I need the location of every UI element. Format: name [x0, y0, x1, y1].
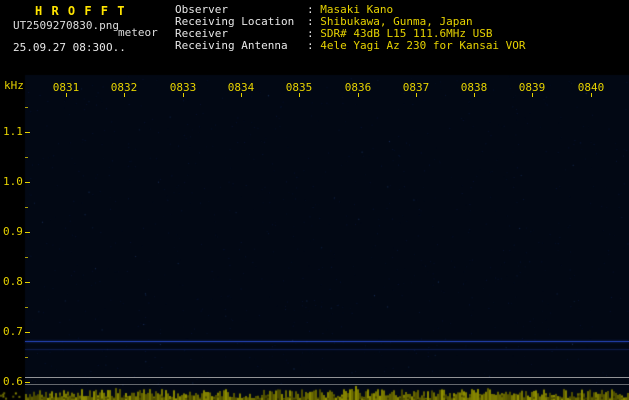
x-tick	[66, 93, 67, 97]
app-title: H R O F F T	[35, 4, 125, 18]
freq-label: 0.9	[3, 225, 25, 238]
x-tick	[358, 93, 359, 97]
reference-line	[25, 384, 629, 385]
y-tick	[25, 132, 30, 133]
x-tick	[241, 93, 242, 97]
y-tick-minor	[25, 307, 28, 308]
carrier-line	[25, 349, 629, 350]
freq-label: 1.1	[3, 125, 25, 138]
x-tick	[183, 93, 184, 97]
datetime-label: 25.09.27 08:30	[13, 41, 106, 54]
spectrogram-canvas	[0, 0, 629, 400]
freq-label: 0.6	[3, 375, 25, 388]
x-tick	[474, 93, 475, 97]
y-tick	[25, 232, 30, 233]
station-info: Observer: Masaki KanoReceiving Location:…	[175, 4, 526, 52]
freq-label: 0.7	[3, 325, 25, 338]
x-tick	[299, 93, 300, 97]
carrier-line	[25, 341, 629, 342]
y-tick	[25, 332, 30, 333]
x-tick	[532, 93, 533, 97]
status-indicator: O..	[106, 41, 126, 54]
mode-label: meteor	[118, 26, 158, 39]
y-tick-minor	[25, 357, 28, 358]
reference-line	[25, 377, 629, 378]
station-info-row: Receiving Antenna: 4ele Yagi Az 230 for …	[175, 40, 526, 52]
x-tick	[416, 93, 417, 97]
freq-label: 1.0	[3, 175, 25, 188]
y-tick-minor	[25, 257, 28, 258]
x-tick	[124, 93, 125, 97]
hrofft-window: H R O F F T UT2509270830.png meteor 25.0…	[0, 0, 629, 400]
y-tick-minor	[25, 157, 28, 158]
y-tick-minor	[25, 207, 28, 208]
y-tick	[25, 182, 30, 183]
y-tick	[25, 382, 30, 383]
y-axis-unit-label: kHz	[4, 79, 24, 92]
info-separator: :	[307, 39, 320, 52]
y-tick-minor	[25, 107, 28, 108]
x-tick	[591, 93, 592, 97]
info-label: Receiving Antenna	[175, 40, 307, 52]
info-value: 4ele Yagi Az 230 for Kansai VOR	[320, 39, 525, 52]
output-filename: UT2509270830.png	[13, 19, 119, 32]
freq-label: 0.8	[3, 275, 25, 288]
y-tick	[25, 282, 30, 283]
